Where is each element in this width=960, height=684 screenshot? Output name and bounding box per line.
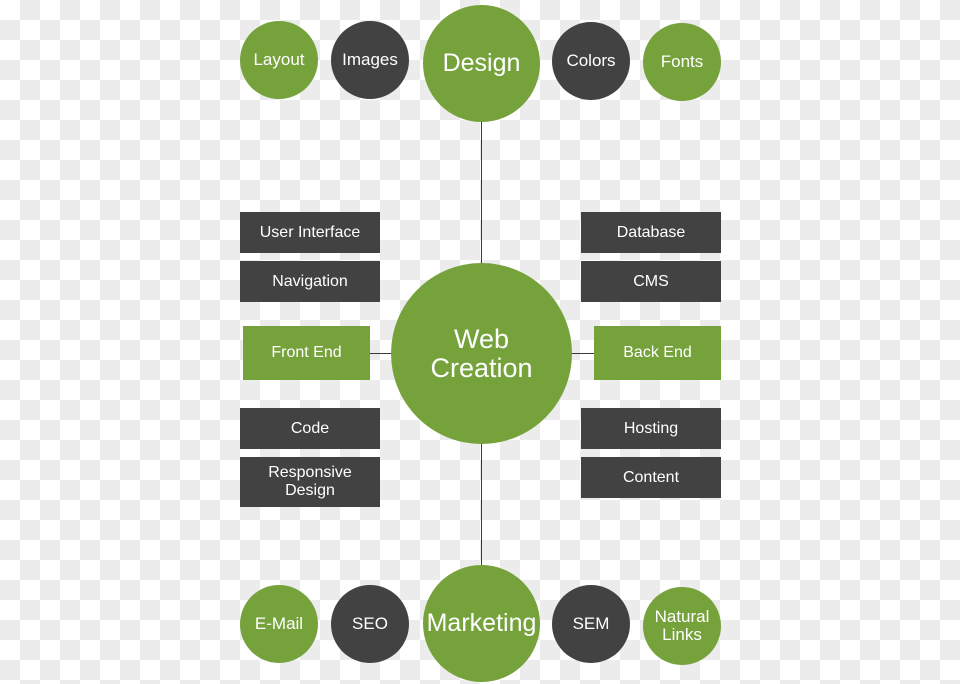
node-design-hub[interactable]: Design bbox=[423, 5, 540, 122]
connector-design-to-center bbox=[481, 120, 482, 286]
node-label-line1: Responsive bbox=[268, 464, 352, 482]
node-colors[interactable]: Colors bbox=[552, 22, 630, 100]
node-sem[interactable]: SEM bbox=[552, 585, 630, 663]
node-label: SEM bbox=[572, 614, 610, 634]
node-label: Responsive Design bbox=[268, 464, 352, 500]
connector-center-to-backend bbox=[571, 353, 595, 354]
node-natural-links[interactable]: Natural Links bbox=[643, 587, 721, 665]
node-code[interactable]: Code bbox=[240, 408, 380, 449]
node-label: Layout bbox=[253, 50, 305, 70]
node-label-line2: Links bbox=[662, 625, 702, 644]
node-label: Design bbox=[442, 49, 521, 78]
node-label: Hosting bbox=[623, 419, 679, 437]
node-label: Navigation bbox=[272, 272, 348, 290]
node-user-interface[interactable]: User Interface bbox=[240, 212, 380, 253]
node-label: Fonts bbox=[660, 52, 704, 72]
node-label: Colors bbox=[566, 51, 616, 71]
node-label: SEO bbox=[352, 614, 388, 634]
node-hosting[interactable]: Hosting bbox=[581, 408, 721, 449]
node-web-creation-center[interactable]: Web Creation bbox=[391, 263, 572, 444]
node-layout[interactable]: Layout bbox=[240, 21, 318, 99]
node-label: Content bbox=[622, 468, 680, 486]
node-marketing-hub[interactable]: Marketing bbox=[423, 565, 540, 682]
connector-frontend-to-center bbox=[370, 353, 392, 354]
node-label: E-Mail bbox=[254, 614, 304, 634]
node-label: Code bbox=[290, 419, 330, 437]
center-label-line1: Web bbox=[453, 324, 510, 355]
node-content[interactable]: Content bbox=[581, 457, 721, 498]
node-front-end-hub[interactable]: Front End bbox=[243, 326, 370, 380]
diagram-canvas: Layout Images Design Colors Fonts User I… bbox=[0, 0, 960, 684]
center-label-line2: Creation bbox=[430, 352, 533, 383]
node-label: Front End bbox=[271, 344, 342, 362]
node-fonts[interactable]: Fonts bbox=[643, 23, 721, 101]
node-label: User Interface bbox=[259, 223, 361, 241]
node-email[interactable]: E-Mail bbox=[240, 585, 318, 663]
node-back-end-hub[interactable]: Back End bbox=[594, 326, 721, 380]
node-label-line1: Natural bbox=[654, 607, 710, 627]
node-label: Database bbox=[616, 223, 686, 241]
node-navigation[interactable]: Navigation bbox=[240, 261, 380, 302]
node-database[interactable]: Database bbox=[581, 212, 721, 253]
node-label: Images bbox=[342, 50, 398, 70]
node-label: Marketing bbox=[426, 609, 537, 638]
node-images[interactable]: Images bbox=[331, 21, 409, 99]
node-responsive-design[interactable]: Responsive Design bbox=[240, 457, 380, 507]
node-label-line2: Design bbox=[285, 482, 335, 499]
node-label: CMS bbox=[633, 272, 669, 290]
node-seo[interactable]: SEO bbox=[331, 585, 409, 663]
node-cms[interactable]: CMS bbox=[581, 261, 721, 302]
node-label: Back End bbox=[623, 344, 692, 362]
